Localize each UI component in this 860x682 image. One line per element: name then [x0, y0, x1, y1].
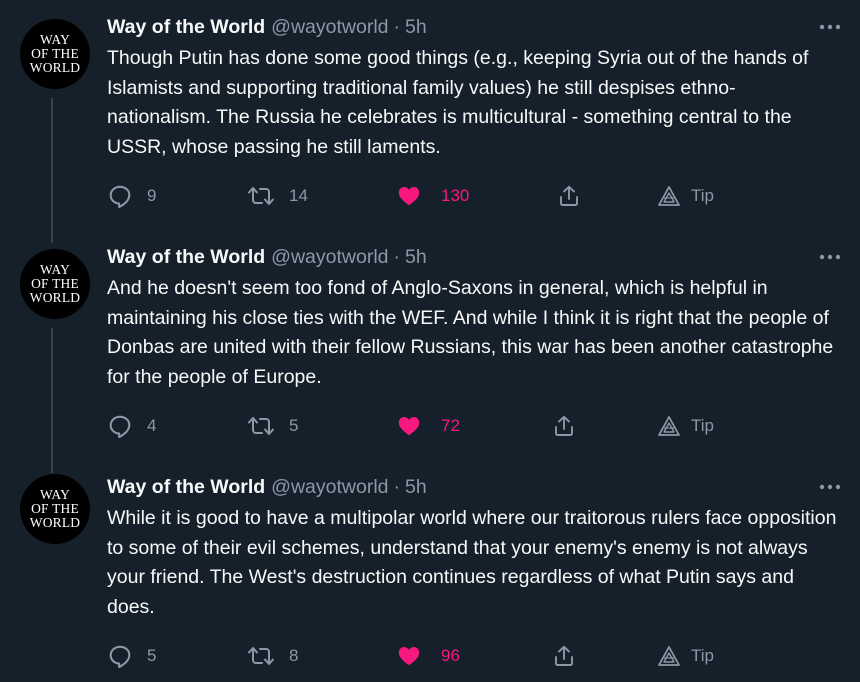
heart-icon: [398, 417, 420, 436]
avatar[interactable]: WAY OF THE WORLD: [20, 474, 90, 544]
tip-label: Tip: [691, 416, 714, 435]
heart-icon: [398, 187, 420, 206]
tip-button[interactable]: Tip: [657, 641, 714, 671]
tweet[interactable]: WAY OF THE WORLD Way of the World @wayot…: [0, 244, 860, 454]
author-name[interactable]: Way of the World: [107, 16, 265, 39]
reply-icon: [109, 645, 131, 669]
heart-icon: [398, 647, 420, 666]
avatar-line: OF THE: [31, 276, 79, 291]
author-handle[interactable]: @wayotworld: [271, 476, 388, 499]
avatar-line: OF THE: [31, 46, 79, 61]
like-button[interactable]: 96: [397, 641, 460, 671]
retweet-icon: [248, 187, 274, 205]
avatar-line: WORLD: [29, 515, 81, 530]
tip-label: Tip: [691, 186, 714, 205]
tweet-text: Though Putin has done some good things (…: [107, 47, 809, 158]
reply-icon: [109, 415, 131, 439]
like-count: 130: [441, 186, 470, 205]
separator: ·: [393, 475, 401, 498]
avatar-line: WAY: [39, 262, 71, 277]
tweet-actions: 5 8 96 Tip: [107, 641, 727, 671]
retweet-icon: [248, 647, 274, 665]
author-name[interactable]: Way of the World: [107, 246, 265, 269]
retweet-count: 5: [289, 416, 299, 435]
avatar-line: WAY: [39, 32, 71, 47]
author-handle[interactable]: @wayotworld: [271, 246, 388, 269]
like-count: 72: [441, 416, 460, 435]
tip-icon: [658, 416, 680, 436]
timestamp[interactable]: 5h: [405, 246, 427, 269]
more-button[interactable]: [818, 14, 842, 40]
more-icon: [819, 484, 841, 490]
author-name[interactable]: Way of the World: [107, 476, 265, 499]
author-handle[interactable]: @wayotworld: [271, 16, 388, 39]
reply-button[interactable]: 5: [107, 641, 156, 671]
tweet-text: And he doesn't seem too fond of Anglo-Sa…: [107, 277, 834, 388]
share-icon: [555, 415, 573, 436]
tip-button[interactable]: Tip: [657, 181, 714, 211]
like-button[interactable]: 130: [397, 181, 469, 211]
retweet-icon: [248, 417, 274, 435]
more-icon: [819, 24, 841, 30]
more-button[interactable]: [818, 244, 842, 270]
like-button[interactable]: 72: [397, 411, 460, 441]
more-button[interactable]: [818, 474, 842, 500]
like-count: 96: [441, 646, 460, 665]
retweet-button[interactable]: 14: [247, 181, 308, 211]
tweet[interactable]: WAY OF THE WORLD Way of the World @wayot…: [0, 474, 860, 682]
reply-count: 9: [147, 186, 157, 205]
share-button[interactable]: [557, 181, 581, 211]
share-button[interactable]: [552, 411, 576, 441]
avatar[interactable]: WAY OF THE WORLD: [20, 19, 90, 89]
reply-icon: [109, 185, 131, 209]
avatar-line: WORLD: [29, 60, 81, 75]
reply-count: 5: [147, 646, 157, 665]
avatar[interactable]: WAY OF THE WORLD: [20, 249, 90, 319]
tip-label: Tip: [691, 646, 714, 665]
tip-button[interactable]: Tip: [657, 411, 714, 441]
tweet[interactable]: WAY OF THE WORLD Way of the World @wayot…: [0, 14, 860, 224]
avatar-line: WAY: [39, 487, 71, 502]
retweet-button[interactable]: 8: [247, 641, 298, 671]
share-button[interactable]: [552, 641, 576, 671]
separator: ·: [393, 15, 401, 38]
more-icon: [819, 254, 841, 260]
share-icon: [560, 185, 578, 206]
share-icon: [555, 645, 573, 666]
timestamp[interactable]: 5h: [405, 476, 427, 499]
retweet-count: 14: [289, 186, 308, 205]
timestamp[interactable]: 5h: [405, 16, 427, 39]
tweet-header: Way of the World @wayotworld · 5h: [107, 244, 427, 270]
reply-count: 4: [147, 416, 157, 435]
tweet-header: Way of the World @wayotworld · 5h: [107, 14, 427, 40]
retweet-count: 8: [289, 646, 299, 665]
avatar-line: OF THE: [31, 501, 79, 516]
tweet-actions: 4 5 72 Tip: [107, 411, 727, 441]
reply-button[interactable]: 4: [107, 411, 156, 441]
avatar-line: WORLD: [29, 290, 81, 305]
tip-icon: [658, 646, 680, 666]
reply-button[interactable]: 9: [107, 181, 156, 211]
tweet-text: While it is good to have a multipolar wo…: [107, 507, 837, 618]
tweet-header: Way of the World @wayotworld · 5h: [107, 474, 427, 500]
tweet-actions: 9 14 130 Tip: [107, 181, 727, 211]
retweet-button[interactable]: 5: [247, 411, 298, 441]
separator: ·: [393, 245, 401, 268]
tip-icon: [658, 186, 680, 206]
